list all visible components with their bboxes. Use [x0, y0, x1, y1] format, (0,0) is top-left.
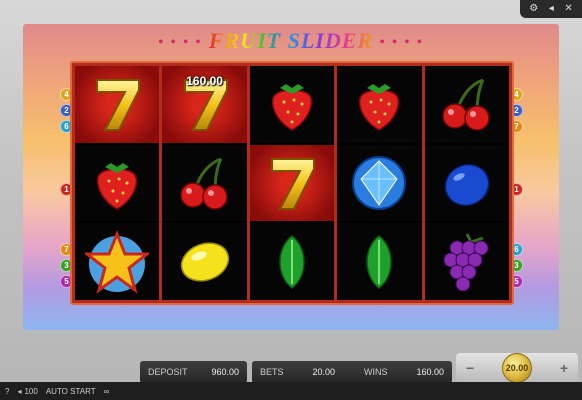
title-dots-left: • • • •: [158, 34, 203, 50]
autostart-button[interactable]: AUTO START: [46, 387, 96, 396]
lemon-icon: [180, 242, 229, 282]
volume-icon[interactable]: ◂: [549, 4, 554, 14]
strawberry-icon: [271, 84, 313, 132]
symbol-plum: [424, 144, 510, 222]
reel-1: [75, 66, 160, 301]
symbol-seven: 160.00: [162, 66, 247, 143]
cherries-icon: [442, 78, 490, 132]
status-bar: ? ◂ 100 AUTO START ∞: [0, 382, 582, 400]
symbol-seven: [75, 66, 160, 143]
seven-icon: [96, 79, 141, 132]
bets-value: 20.00: [312, 367, 336, 377]
gear-icon[interactable]: ⚙: [529, 4, 538, 14]
symbol-seven: [249, 144, 335, 222]
symbol-lemon: [162, 223, 247, 301]
star-icon: [85, 229, 150, 294]
deposit-label: DEPOSIT: [148, 367, 188, 377]
bet-decrease-button[interactable]: −: [466, 360, 474, 376]
strawberry-icon: [97, 163, 138, 210]
top-toolbar: ⚙ ◂ ✕: [520, 0, 582, 18]
deposit-value: 960.00: [211, 367, 239, 377]
strawberry-icon: [359, 84, 400, 132]
reel-3: [249, 66, 335, 301]
title-word-fruit: FRUIT: [208, 28, 282, 53]
spin-coin-button[interactable]: 20.00: [502, 353, 532, 383]
symbol-grapes: [424, 223, 510, 301]
symbol-strawberry: [337, 66, 422, 143]
wins-label: WINS: [363, 367, 388, 377]
reel-4: [337, 66, 422, 301]
reel-5: [424, 66, 510, 301]
bet-increase-button[interactable]: +: [560, 360, 568, 376]
game-title: • • • • FRUIT SLIDER • • • •: [23, 28, 559, 54]
close-icon[interactable]: ✕: [564, 4, 572, 14]
symbol-melon: [337, 223, 422, 301]
autostart-count-select[interactable]: ◂ 100: [17, 387, 37, 396]
bet-control: − 20.00 +: [456, 353, 578, 383]
symbol-cherries: [424, 66, 510, 143]
melon-icon: [366, 234, 393, 289]
wins-value: 160.00: [416, 367, 444, 377]
symbol-cherries: [162, 144, 247, 222]
symbol-star: [75, 223, 160, 301]
symbol-diamond: [337, 144, 422, 222]
help-button[interactable]: ?: [5, 387, 9, 396]
symbol-melon: [249, 223, 335, 301]
win-amount-label: 160.00: [186, 74, 223, 88]
autostart-count: 100: [24, 386, 38, 396]
bets-wins-panel: BETS 20.00 WINS 160.00: [252, 361, 452, 383]
grapes-icon: [443, 233, 489, 292]
seven-icon: [271, 158, 316, 210]
plum-icon: [444, 163, 490, 207]
reels-frame: 160.00: [70, 61, 514, 305]
symbol-strawberry: [75, 144, 160, 222]
deposit-panel: DEPOSIT 960.00: [140, 361, 247, 383]
cherries-icon: [179, 157, 228, 210]
infinity-icon[interactable]: ∞: [104, 387, 110, 396]
coin-value: 20.00: [505, 363, 529, 373]
chevron-left-icon: ◂: [17, 386, 22, 396]
symbol-strawberry: [249, 66, 335, 143]
game-window: ⚙ ◂ ✕ • • • • FRUIT SLIDER • • • • 42617…: [0, 0, 582, 400]
melon-icon: [279, 234, 305, 289]
bets-label: BETS: [260, 367, 284, 377]
reel-2: 160.00: [162, 66, 247, 301]
title-word-slider: SLIDER: [287, 28, 374, 53]
diamond-icon: [352, 156, 407, 210]
title-dots-right: • • • •: [379, 34, 424, 50]
